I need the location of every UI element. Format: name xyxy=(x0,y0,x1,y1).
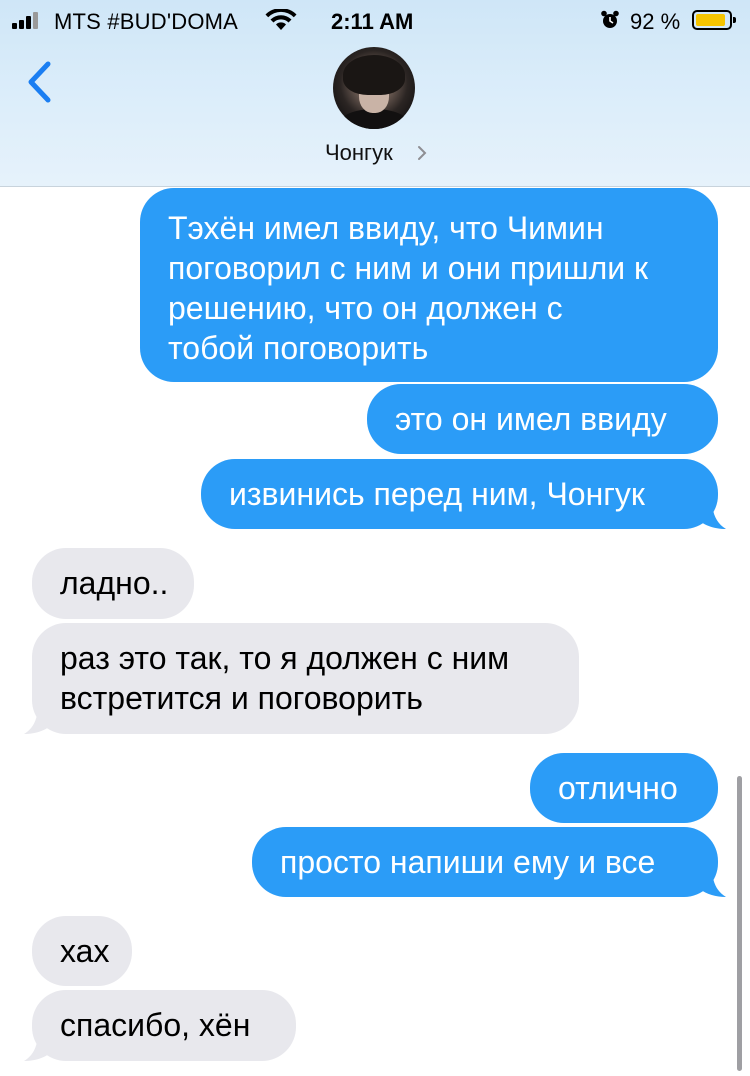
message-text-line: просто напиши ему и все xyxy=(280,844,656,880)
outgoing-message-bubble[interactable]: это он имел ввиду xyxy=(367,384,718,454)
bubble-tail xyxy=(696,499,726,529)
incoming-message-bubble[interactable]: хах xyxy=(32,916,132,986)
signal-icon xyxy=(12,11,46,29)
message-text-line: раз это так, то я должен с ним xyxy=(60,640,510,676)
incoming-message-bubble[interactable]: ладно.. xyxy=(32,548,194,619)
alarm-icon xyxy=(601,10,619,28)
outgoing-message-bubble[interactable]: просто напиши ему и все xyxy=(252,827,718,897)
outgoing-message-bubble[interactable]: отлично xyxy=(530,753,718,823)
outgoing-message-bubble[interactable]: извинись перед ним, Чонгук xyxy=(201,459,718,529)
message-text-line: это он имел ввиду xyxy=(395,401,667,437)
message-text-line: поговорил с ним и они пришли к xyxy=(168,250,648,286)
message-text-line: Тэхён имел ввиду, что Чимин xyxy=(168,210,604,246)
message-text-line: встретится и поговорить xyxy=(60,680,423,716)
outgoing-message-bubble[interactable]: Тэхён имел ввиду, что Чимин поговорил с н… xyxy=(140,188,718,382)
incoming-message-bubble[interactable]: раз это так, то я должен с ним встретится… xyxy=(32,623,579,734)
message-text-line: решению, что он должен с xyxy=(168,290,563,326)
scrollbar[interactable] xyxy=(737,776,742,1071)
bubble-tail xyxy=(24,704,54,734)
battery-percentage: 92 % xyxy=(630,9,681,34)
wifi-icon xyxy=(265,9,297,30)
status-bar: MTS #BUD'DOMA 2:11 AM 92 % xyxy=(0,0,750,40)
message-text-line: ладно.. xyxy=(60,565,169,601)
carrier-name: MTS #BUD'DOMA xyxy=(54,9,239,34)
contact-name[interactable]: Чонгук xyxy=(325,140,393,166)
chevron-left-icon[interactable] xyxy=(22,58,58,106)
contact-avatar[interactable] xyxy=(333,47,415,129)
conversation-header: MTS #BUD'DOMA 2:11 AM 92 % Чонгук xyxy=(0,0,750,187)
message-text-line: извинись перед ним, Чонгук xyxy=(229,476,645,512)
bubble-tail xyxy=(24,1031,54,1061)
battery-level xyxy=(696,14,725,26)
message-text-line: отлично xyxy=(558,770,678,806)
chevron-right-icon[interactable] xyxy=(416,144,428,162)
message-text-line: хах xyxy=(60,933,110,969)
bubble-tail xyxy=(696,867,726,897)
clock: 2:11 AM xyxy=(331,9,414,34)
battery-icon xyxy=(692,10,736,30)
message-text-line: тобой поговорить xyxy=(168,330,429,366)
incoming-message-bubble[interactable]: спасибо, хён xyxy=(32,990,296,1061)
message-text-line: спасибо, хён xyxy=(60,1007,251,1043)
